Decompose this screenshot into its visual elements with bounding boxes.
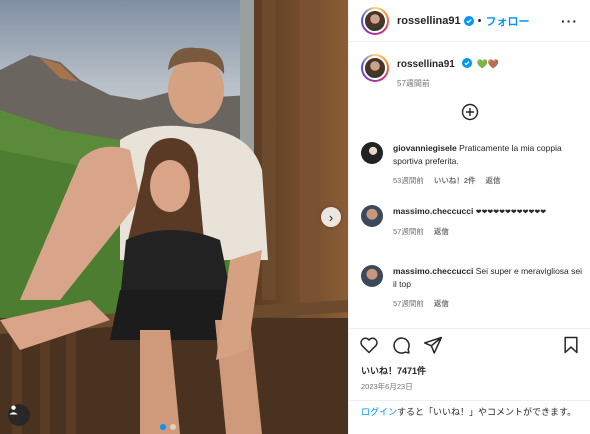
- avatar[interactable]: [361, 6, 389, 35]
- login-prompt-text: すると「いいね！」やコメントができます。: [397, 407, 577, 417]
- carousel-dot: [170, 424, 176, 430]
- send-icon[interactable]: [423, 335, 443, 355]
- reply-button[interactable]: 返信: [434, 297, 449, 310]
- comment-item: massimo.checcucci ❤❤❤❤❤❤❤❤❤❤❤❤ 57週間前 返信: [361, 205, 583, 238]
- tagged-users-button[interactable]: [8, 404, 30, 426]
- follow-button[interactable]: フォロー: [485, 13, 529, 29]
- comment-icon[interactable]: [391, 335, 411, 355]
- caption-username[interactable]: rossellina91: [397, 59, 455, 70]
- caption-timestamp[interactable]: 57週間前: [397, 78, 499, 89]
- reply-button[interactable]: 返信: [434, 225, 449, 238]
- comment-username[interactable]: giovanniegisele: [393, 143, 457, 153]
- comment-username[interactable]: massimo.checcucci: [393, 266, 473, 276]
- action-bar: [349, 328, 590, 360]
- user-icon: [9, 405, 18, 415]
- comment-text: ❤❤❤❤❤❤❤❤❤❤❤❤: [475, 209, 547, 216]
- post-header: rossellina91 • フォロー ···: [349, 0, 590, 42]
- login-prompt: ログインすると「いいね！」やコメントができます。: [349, 400, 590, 418]
- comment-timestamp[interactable]: 57週間前: [393, 297, 424, 310]
- comment-timestamp[interactable]: 53週間前: [393, 174, 424, 187]
- comment-timestamp[interactable]: 57週間前: [393, 225, 424, 238]
- comment-likes[interactable]: いいね！2件: [434, 174, 476, 187]
- reply-button[interactable]: 返信: [486, 174, 501, 187]
- separator-dot: •: [477, 14, 482, 27]
- post-side-panel: rossellina91 • フォロー ··· rossellina91 💚🤎 …: [348, 0, 590, 434]
- avatar[interactable]: [361, 265, 383, 287]
- post-caption: rossellina91 💚🤎 57週間前: [349, 42, 590, 89]
- login-link[interactable]: ログイン: [361, 407, 397, 417]
- avatar[interactable]: [361, 205, 383, 227]
- post-date[interactable]: 2023年6月23日: [361, 381, 413, 392]
- carousel-next-button[interactable]: ›: [321, 207, 341, 227]
- likes-count[interactable]: いいね！7471件: [361, 364, 426, 377]
- heart-icon[interactable]: [359, 335, 379, 355]
- verified-badge-icon: [462, 57, 473, 68]
- comment-username[interactable]: massimo.checcucci: [393, 206, 473, 216]
- header-username[interactable]: rossellina91: [397, 15, 461, 27]
- avatar[interactable]: [361, 54, 389, 82]
- bookmark-icon[interactable]: [561, 335, 581, 355]
- comment-item: massimo.checcucci Sei super e meraviglio…: [361, 265, 583, 310]
- plus-circle-icon[interactable]: [461, 103, 479, 121]
- avatar[interactable]: [361, 142, 383, 164]
- carousel-dots: [160, 424, 176, 430]
- verified-badge-icon: [463, 15, 474, 26]
- post-photo[interactable]: ›: [0, 0, 348, 434]
- more-horizontal-icon[interactable]: ···: [561, 13, 578, 29]
- chevron-right-icon: ›: [328, 209, 334, 225]
- carousel-dot: [160, 424, 166, 430]
- caption-text: 💚🤎: [476, 59, 500, 69]
- photo-scene: [0, 0, 348, 434]
- comment-item: giovanniegisele Praticamente la mia copp…: [361, 142, 583, 187]
